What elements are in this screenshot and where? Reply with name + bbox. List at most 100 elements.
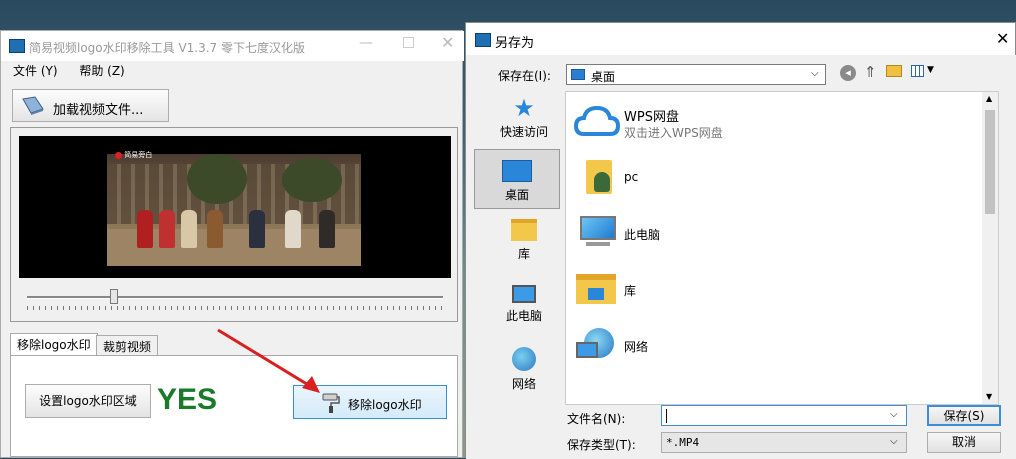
menu-bar: 文件 (Y) 帮助 (Z) (13, 62, 143, 79)
save-button[interactable]: 保存(S) (927, 405, 1001, 426)
save-label: 保存(S) (943, 409, 985, 423)
filename-input[interactable]: ⌵ (661, 405, 907, 426)
star-icon: ★ (513, 94, 535, 122)
close-button[interactable]: ✕ (441, 33, 454, 52)
place-quick-access[interactable]: ★ 快速访问 (482, 93, 566, 151)
watermark-text: 简易旁白 (124, 151, 153, 159)
place-label: 此电脑 (505, 309, 542, 323)
place-this-pc[interactable]: 此电脑 (482, 281, 566, 337)
view-menu-icon[interactable] (911, 65, 924, 77)
file-name: WPS网盘 (624, 110, 679, 125)
dialog-close-button[interactable]: ✕ (996, 29, 1009, 48)
scroll-thumb[interactable] (985, 110, 995, 214)
cloud-icon (574, 105, 620, 136)
places-bar: ★ 快速访问 桌面 库 此电脑 网络 (474, 91, 562, 401)
video-panel: 简易旁白 (10, 127, 458, 322)
chevron-down-icon[interactable]: ⌵ (890, 409, 898, 420)
file-list: WPS网盘 双击进入WPS网盘 pc 此电脑 库 网络 ▲ ▼ (565, 91, 999, 405)
set-logo-area-button[interactable]: 设置logo水印区域 (25, 384, 151, 418)
desktop-icon (502, 160, 532, 182)
load-video-button[interactable]: 加载视频文件... (12, 89, 169, 122)
library-icon (511, 219, 537, 241)
save-in-value: 桌面 (591, 70, 616, 84)
cancel-label: 取消 (951, 435, 976, 449)
person (249, 210, 265, 248)
place-desktop[interactable]: 桌面 (474, 149, 560, 209)
filetype-value: *.MP4 (666, 436, 700, 449)
place-label: 库 (517, 247, 530, 261)
tree (187, 154, 247, 204)
text-caret (666, 409, 667, 423)
app-titlebar: 简易视频logo水印移除工具 V1.3.7 零下七度汉化版 — ✕ (1, 31, 464, 61)
scroll-down-icon[interactable]: ▼ (986, 392, 992, 401)
menu-file[interactable]: 文件 (Y) (13, 64, 58, 78)
up-folder-icon[interactable]: ⇑ (864, 63, 877, 81)
place-network[interactable]: 网络 (482, 343, 566, 399)
video-preview: 简易旁白 (19, 136, 451, 278)
person (159, 210, 175, 248)
tab-strip: 移除logo水印 裁剪视频 (10, 333, 210, 356)
seek-track[interactable] (27, 296, 443, 299)
computer-icon (580, 216, 616, 240)
list-item[interactable]: pc (572, 156, 992, 206)
place-label: 桌面 (504, 188, 529, 202)
place-library[interactable]: 库 (482, 215, 566, 271)
filename-label: 文件名(N): (567, 412, 626, 426)
seek-thumb[interactable] (110, 289, 119, 304)
network-icon (512, 347, 536, 371)
scroll-up-icon[interactable]: ▲ (986, 94, 992, 103)
chevron-down-icon: ⌵ (890, 436, 898, 447)
video-frame (107, 154, 361, 266)
save-as-dialog: 另存为 ✕ 保存在(I): 桌面 ⌵ ◂ ⇑ ▼ ★ 快速访问 桌面 库 此电脑… (465, 22, 1016, 459)
chevron-down-icon: ⌵ (811, 68, 819, 79)
minimize-button[interactable]: — (359, 35, 373, 51)
dialog-logo-icon (475, 33, 491, 47)
place-label: 网络 (511, 377, 536, 391)
person (181, 210, 197, 248)
remove-logo-label: 移除logo水印 (348, 398, 422, 412)
video-logo-watermark: 简易旁白 (115, 150, 152, 160)
tab-remove-logo[interactable]: 移除logo水印 (10, 333, 98, 356)
filetype-dropdown[interactable]: *.MP4 ⌵ (661, 432, 907, 453)
list-item[interactable]: 网络 (572, 324, 992, 374)
file-name: 此电脑 (624, 228, 661, 242)
tree (282, 158, 342, 202)
app-logo-icon (9, 39, 25, 53)
menu-help[interactable]: 帮助 (Z) (79, 64, 124, 78)
filetype-label: 保存类型(T): (567, 438, 636, 452)
desktop-small-icon (571, 69, 585, 80)
red-arrow-annotation (217, 328, 320, 393)
dialog-body: 保存在(I): 桌面 ⌵ ◂ ⇑ ▼ ★ 快速访问 桌面 库 此电脑 网络 WP… (466, 55, 1016, 459)
save-in-label: 保存在(I): (498, 69, 551, 83)
scrollbar[interactable]: ▲ ▼ (982, 92, 998, 404)
computer-stand (586, 242, 610, 246)
file-name: 网络 (624, 340, 649, 354)
app-title: 简易视频logo水印移除工具 V1.3.7 零下七度汉化版 (29, 41, 306, 55)
chevron-down-icon[interactable]: ▼ (927, 65, 934, 75)
library-emblem (588, 288, 604, 300)
list-item[interactable]: 库 (572, 268, 992, 318)
computer-icon (512, 285, 536, 303)
list-item[interactable]: WPS网盘 双击进入WPS网盘 (572, 100, 992, 150)
place-label: 快速访问 (499, 125, 548, 139)
user-avatar-icon (594, 172, 610, 192)
dialog-title: 另存为 (495, 36, 535, 51)
set-logo-area-label: 设置logo水印区域 (39, 394, 137, 408)
file-name: pc (624, 170, 639, 184)
maximize-button[interactable] (403, 37, 414, 48)
person (285, 210, 301, 248)
person (137, 210, 153, 248)
load-video-label: 加载视频文件... (53, 103, 144, 118)
file-desc: 双击进入WPS网盘 (624, 126, 723, 140)
list-item[interactable]: 此电脑 (572, 212, 992, 262)
book-icon (21, 95, 44, 115)
tab-trim-video[interactable]: 裁剪视频 (96, 335, 159, 356)
save-in-dropdown[interactable]: 桌面 ⌵ (566, 64, 826, 85)
cancel-button[interactable]: 取消 (927, 432, 1001, 453)
new-folder-icon[interactable] (886, 65, 902, 77)
file-name: 库 (624, 284, 637, 298)
network-monitor (576, 342, 598, 358)
person (207, 210, 223, 248)
person (319, 210, 335, 248)
back-icon[interactable]: ◂ (840, 65, 856, 81)
